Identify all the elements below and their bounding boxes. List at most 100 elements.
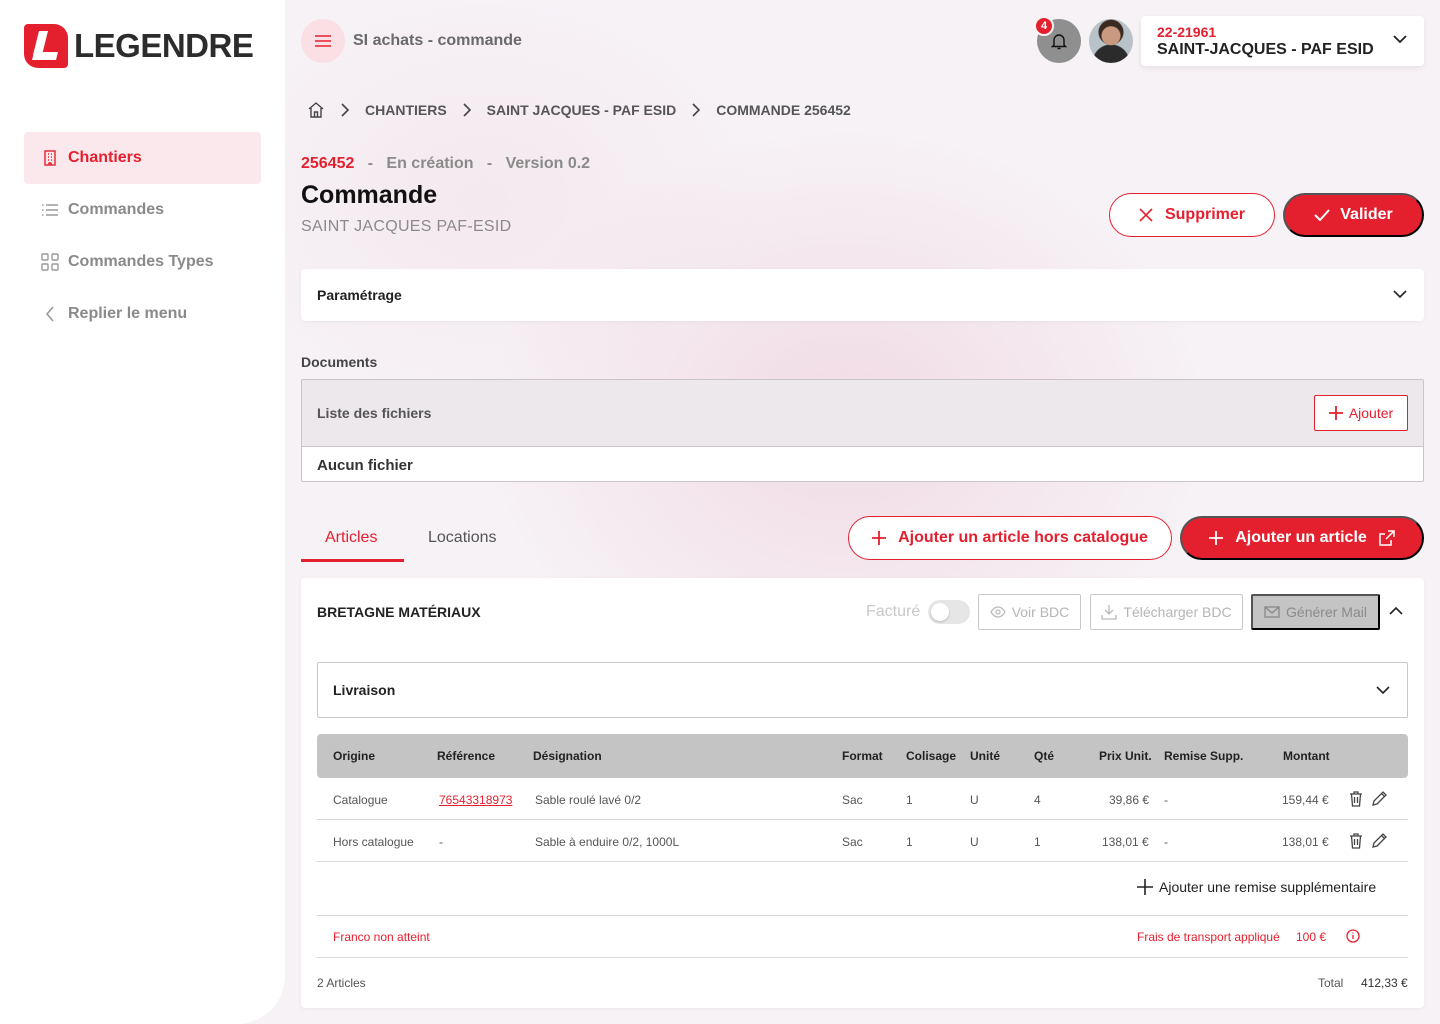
- order-number: 256452: [301, 155, 355, 172]
- add-article-label: Ajouter un article: [1235, 529, 1367, 546]
- validate-button[interactable]: Valider: [1283, 193, 1424, 237]
- validate-label: Valider: [1340, 206, 1393, 223]
- close-icon: [1139, 208, 1153, 222]
- add-article-button[interactable]: Ajouter un article: [1180, 516, 1424, 560]
- chevron-up-icon[interactable]: [1388, 603, 1404, 619]
- edit-icon[interactable]: [1372, 833, 1387, 848]
- col-prix: Prix Unit.: [1099, 749, 1152, 763]
- cell-format: Sac: [842, 835, 863, 849]
- cell-qte: 4: [1034, 793, 1041, 807]
- add-off-catalog-button[interactable]: Ajouter un article hors catalogue: [848, 516, 1172, 560]
- col-montant: Montant: [1283, 749, 1330, 763]
- add-file-label: Ajouter: [1348, 405, 1394, 421]
- cell-colisage: 1: [906, 835, 913, 849]
- sidebar-item-commandes[interactable]: Commandes: [24, 184, 261, 236]
- info-icon[interactable]: [1346, 929, 1360, 943]
- cell-unite: U: [970, 793, 979, 807]
- delete-button[interactable]: Supprimer: [1109, 193, 1275, 237]
- sidebar-item-collapse[interactable]: Replier le menu: [24, 288, 261, 340]
- site-selector[interactable]: 22-21961 SAINT-JACQUES - PAF ESID: [1141, 16, 1424, 66]
- transport-fee-label: Frais de transport appliqué: [1137, 930, 1280, 944]
- download-bdc-label: Télécharger BDC: [1123, 604, 1232, 620]
- transport-fee-value: 100 €: [1296, 930, 1327, 944]
- param-panel[interactable]: Paramétrage: [301, 269, 1424, 321]
- breadcrumb: CHANTIERS SAINT JACQUES - PAF ESID COMMA…: [307, 101, 851, 119]
- menu-button[interactable]: [301, 19, 345, 63]
- cell-designation: Sable à enduire 0/2, 1000L: [535, 835, 680, 849]
- list-icon: [40, 200, 60, 220]
- cell-unite: U: [970, 835, 979, 849]
- table-header: Origine Référence Désignation Format Col…: [317, 734, 1408, 778]
- add-remise-button[interactable]: Ajouter une remise supplémentaire: [1137, 879, 1376, 895]
- eye-icon: [989, 606, 1006, 618]
- cell-reference-link[interactable]: 76543318973: [439, 793, 512, 807]
- cell-designation: Sable roulé lavé 0/2: [535, 793, 642, 807]
- building-icon: [40, 148, 60, 168]
- col-qte: Qté: [1034, 749, 1055, 763]
- external-link-icon: [1379, 530, 1395, 546]
- articles-count: 2 Articles: [317, 976, 366, 990]
- total-label: Total: [1318, 976, 1344, 990]
- plus-icon: [872, 531, 887, 545]
- col-reference: Référence: [437, 749, 496, 763]
- col-remise: Remise Supp.: [1164, 749, 1244, 763]
- divider: [317, 915, 1408, 916]
- supplier-card: BRETAGNE MATÉRIAUX Facturé Voir BDC Télé…: [301, 578, 1424, 1008]
- supplier-name: BRETAGNE MATÉRIAUX: [317, 604, 481, 620]
- generate-mail-button[interactable]: Générer Mail: [1251, 594, 1380, 630]
- chevron-down-icon: [1393, 290, 1407, 299]
- cell-format: Sac: [842, 793, 863, 807]
- page-title: Commande: [301, 181, 438, 209]
- col-origine: Origine: [333, 749, 376, 763]
- site-code: 22-21961: [1157, 24, 1217, 40]
- tab-articles[interactable]: Articles: [325, 529, 377, 547]
- home-icon[interactable]: [307, 101, 325, 119]
- no-files-label: Aucun fichier: [317, 457, 413, 474]
- generate-mail-label: Générer Mail: [1286, 604, 1367, 620]
- delete-label: Supprimer: [1164, 206, 1245, 223]
- cell-reference: -: [439, 835, 443, 849]
- add-off-catalog-label: Ajouter un article hors catalogue: [898, 529, 1148, 546]
- tab-locations[interactable]: Locations: [428, 529, 497, 547]
- order-status: En création: [386, 155, 474, 172]
- avatar[interactable]: [1089, 19, 1133, 63]
- sidebar-item-label: Replier le menu: [68, 305, 188, 322]
- livraison-label: Livraison: [333, 682, 396, 698]
- download-bdc-button[interactable]: Télécharger BDC: [1090, 594, 1243, 630]
- trash-icon[interactable]: [1349, 791, 1363, 807]
- trash-icon[interactable]: [1349, 833, 1363, 849]
- plus-icon: [1137, 879, 1153, 895]
- add-remise-label: Ajouter une remise supplémentaire: [1159, 879, 1377, 895]
- cell-colisage: 1: [906, 793, 913, 807]
- add-file-button[interactable]: Ajouter: [1314, 395, 1408, 431]
- files-list-label: Liste des fichiers: [317, 405, 432, 421]
- sidebar: LEGENDRE Chantiers Commandes Commandes T…: [0, 0, 285, 1024]
- page-subtitle: SAINT JACQUES PAF-ESID: [301, 218, 512, 235]
- order-meta: 256452 - En création - Version 0.2: [301, 155, 590, 173]
- table-row: Catalogue 76543318973 Sable roulé lavé 0…: [317, 778, 1408, 820]
- brand-logo[interactable]: LEGENDRE: [24, 24, 254, 68]
- cell-qte: 1: [1034, 835, 1041, 849]
- facture-toggle[interactable]: [928, 600, 970, 624]
- total-value: 412,33 €: [1361, 976, 1408, 990]
- sidebar-item-label: Commandes: [68, 201, 165, 218]
- table-row: Hors catalogue - Sable à enduire 0/2, 10…: [317, 820, 1408, 862]
- chevron-right-icon: [463, 103, 471, 117]
- breadcrumb-chantiers[interactable]: CHANTIERS: [365, 102, 447, 118]
- col-colisage: Colisage: [906, 749, 957, 763]
- livraison-panel[interactable]: Livraison: [317, 662, 1408, 718]
- active-tab-indicator: [301, 559, 404, 562]
- breadcrumb-site[interactable]: SAINT JACQUES - PAF ESID: [487, 102, 677, 118]
- sidebar-item-chantiers[interactable]: Chantiers: [24, 132, 261, 184]
- sidebar-item-commandes-types[interactable]: Commandes Types: [24, 236, 261, 288]
- sidebar-nav: Chantiers Commandes Commandes Types Repl…: [24, 132, 261, 340]
- cell-prix: 138,01 €: [1102, 835, 1149, 849]
- param-label: Paramétrage: [317, 287, 402, 303]
- voir-bdc-button[interactable]: Voir BDC: [978, 594, 1081, 630]
- logo-mark-icon: [24, 24, 68, 68]
- notifications-badge: 4: [1034, 16, 1054, 36]
- col-format: Format: [842, 749, 883, 763]
- voir-bdc-label: Voir BDC: [1011, 604, 1070, 620]
- franco-warning: Franco non atteint: [333, 930, 430, 944]
- edit-icon[interactable]: [1372, 791, 1387, 806]
